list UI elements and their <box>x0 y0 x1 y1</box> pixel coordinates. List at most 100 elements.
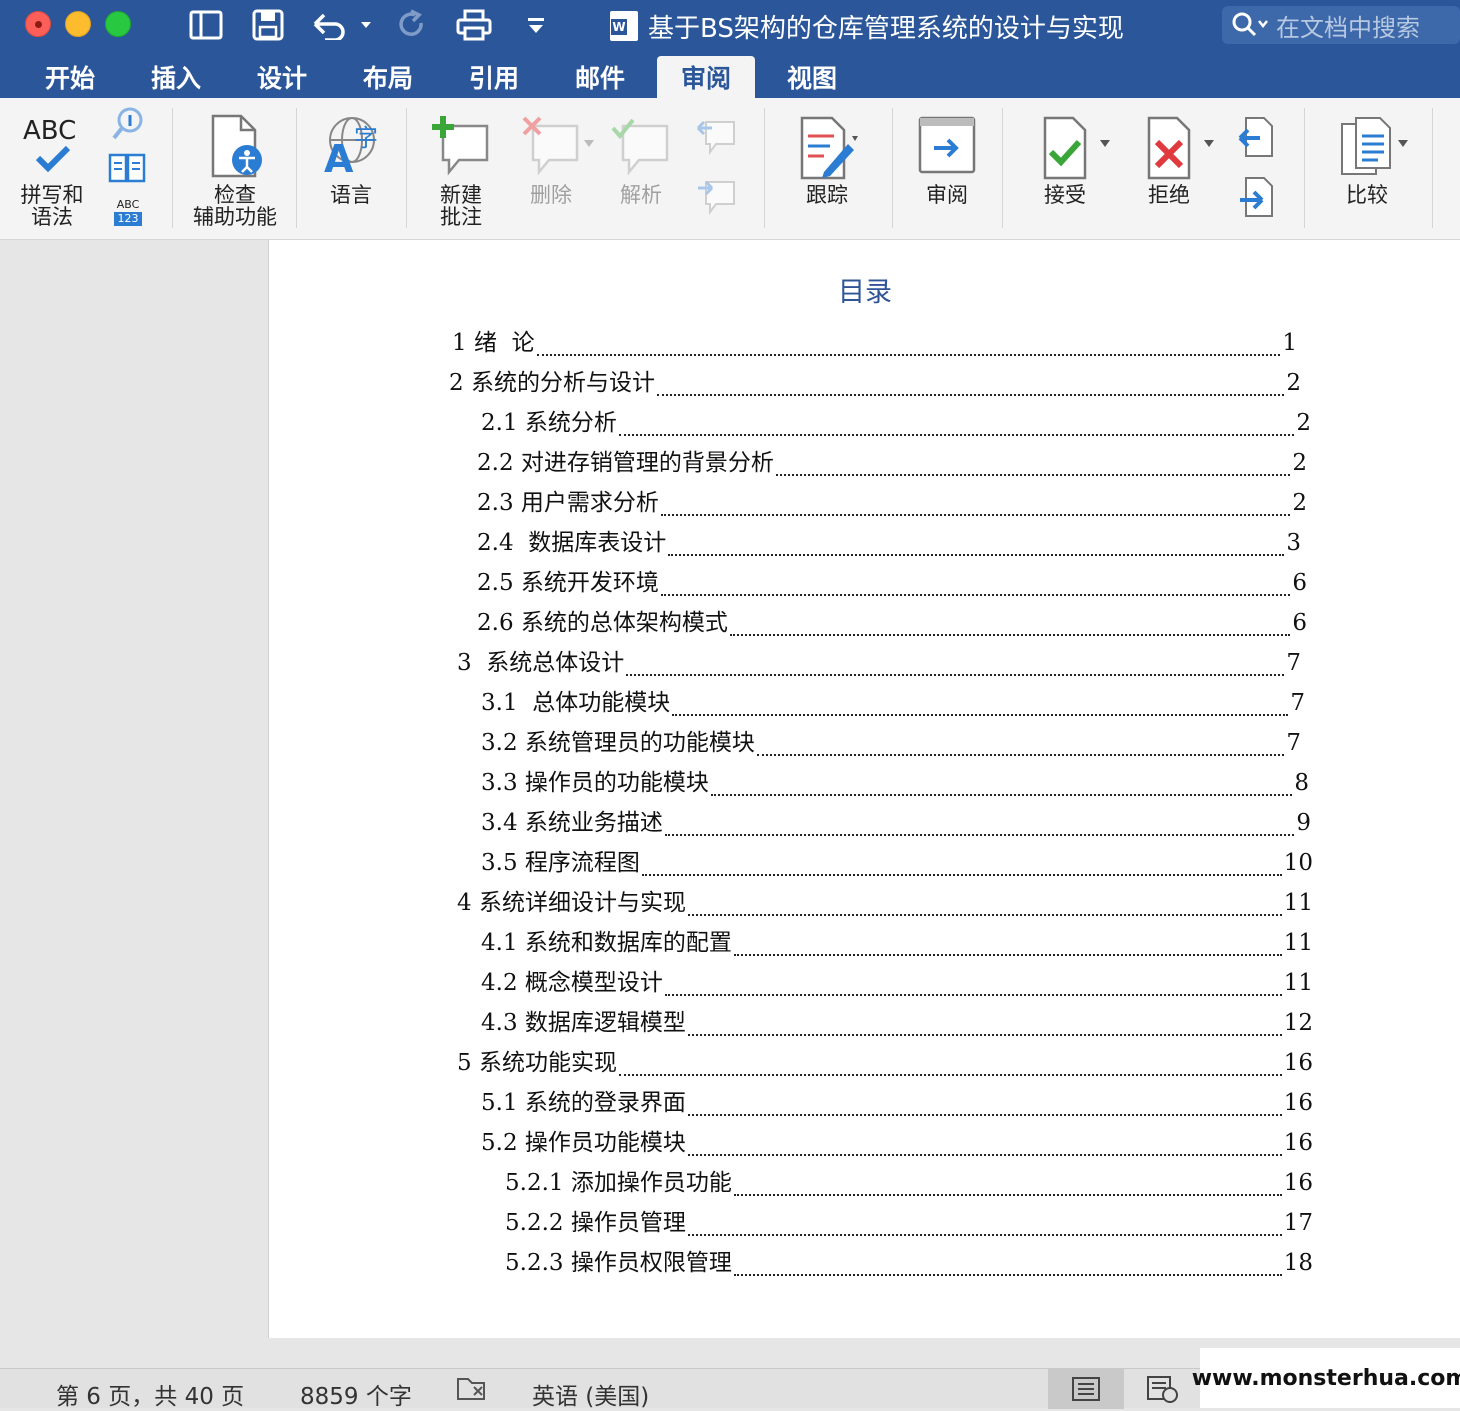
toc-entry-page: 7 <box>1290 690 1305 716</box>
toc-entry[interactable]: 3.5 程序流程图 10 <box>481 844 1313 878</box>
toc-entry[interactable]: 3.3 操作员的功能模块 8 <box>481 764 1309 798</box>
svg-text:A: A <box>324 137 354 181</box>
toc-entry-title: 4.2 概念模型设计 <box>481 970 663 996</box>
delete-comment-icon <box>522 116 579 176</box>
close-window-button[interactable] <box>25 11 51 37</box>
toc-entry-page: 11 <box>1283 970 1313 996</box>
compare-button[interactable]: 比较 <box>1322 114 1412 206</box>
ribbon-review: ABC 拼写和 语法 ABC 123 检查 辅助功能 A字 语言 新建 批注 删… <box>0 98 1460 240</box>
toc-entry[interactable]: 2.2 对进存销管理的背景分析 2 <box>477 444 1307 478</box>
toc-leader-dots <box>641 874 1282 876</box>
redo-icon[interactable] <box>394 6 430 44</box>
word-count-icon[interactable]: ABC 123 <box>110 198 146 232</box>
toc-entry-title: 3.4 系统业务描述 <box>481 810 663 836</box>
toc-entry[interactable]: 3.2 系统管理员的功能模块 7 <box>481 724 1301 758</box>
ribbon-separator <box>296 108 297 228</box>
toc-entry-page: 17 <box>1283 1210 1313 1236</box>
spelling-grammar-label: 拼写和 语法 <box>20 183 84 229</box>
reviewing-pane-button[interactable]: 审阅 <box>906 114 988 206</box>
compare-icon <box>1341 117 1391 175</box>
toc-entry-title: 4 系统详细设计与实现 <box>457 890 686 916</box>
proofing-icon[interactable] <box>456 1375 488 1403</box>
toc-entry-page: 16 <box>1283 1130 1313 1156</box>
toc-entry-page: 2 <box>1292 490 1307 516</box>
toc-entry[interactable]: 4.1 系统和数据库的配置 11 <box>481 924 1313 958</box>
language-button[interactable]: A字 语言 <box>310 112 392 206</box>
previous-change-icon[interactable] <box>1236 116 1276 158</box>
toc-entry[interactable]: 4.2 概念模型设计 11 <box>481 964 1313 998</box>
web-layout-view-icon[interactable] <box>1124 1369 1200 1409</box>
reviewing-pane-label: 审阅 <box>926 183 968 207</box>
thesaurus-icon[interactable] <box>110 106 146 142</box>
toc-entry[interactable]: 1 绪 论 1 <box>452 324 1297 358</box>
tracking-button[interactable]: 跟踪 <box>784 114 870 206</box>
toc-entry[interactable]: 4 系统详细设计与实现 11 <box>457 884 1313 918</box>
tab-view[interactable]: 视图 <box>774 56 850 98</box>
new-comment-icon <box>432 116 489 176</box>
toc-entry[interactable]: 5.2.2 操作员管理 17 <box>505 1204 1313 1238</box>
toc-entry-page: 2 <box>1296 410 1311 436</box>
resolve-comment-button[interactable]: 解析 <box>598 114 684 206</box>
compare-dropdown-icon[interactable] <box>1398 140 1408 147</box>
reject-button[interactable]: 拒绝 <box>1126 114 1212 206</box>
toc-entry-title: 5 系统功能实现 <box>457 1050 617 1076</box>
sidebar-toggle-icon[interactable] <box>186 6 226 44</box>
toc-entry[interactable]: 5.1 系统的登录界面 16 <box>481 1084 1313 1118</box>
toc-entry[interactable]: 5.2.3 操作员权限管理 18 <box>505 1244 1313 1278</box>
toc-entry[interactable]: 2.4 数据库表设计 3 <box>477 524 1301 558</box>
toc-entry-title: 2.2 对进存销管理的背景分析 <box>477 450 774 476</box>
toc-entry[interactable]: 2.6 系统的总体架构模式 6 <box>477 604 1307 638</box>
delete-comment-button[interactable]: 删除 <box>508 114 594 206</box>
toc-entry[interactable]: 2 系统的分析与设计 2 <box>449 364 1301 398</box>
new-comment-button[interactable]: 新建 批注 <box>418 114 504 228</box>
toc-entry[interactable]: 3.1 总体功能模块 7 <box>481 684 1305 718</box>
toc-leader-dots <box>687 1154 1282 1156</box>
tab-insert[interactable]: 插入 <box>138 56 214 98</box>
spelling-grammar-button[interactable]: ABC 拼写和 语法 <box>10 110 94 228</box>
tab-mailings[interactable]: 邮件 <box>562 56 638 98</box>
next-change-icon[interactable] <box>1236 176 1276 218</box>
toc-leader-dots <box>687 1114 1282 1116</box>
check-accessibility-button[interactable]: 检查 辅助功能 <box>186 112 284 228</box>
toc-entry[interactable]: 2.3 用户需求分析 2 <box>477 484 1307 518</box>
undo-icon[interactable] <box>308 6 374 44</box>
ribbon-separator <box>892 108 893 228</box>
tab-review[interactable]: 审阅 <box>657 56 755 98</box>
toc-entry[interactable]: 3.4 系统业务描述 9 <box>481 804 1311 838</box>
toc-entry[interactable]: 2.1 系统分析 2 <box>481 404 1311 438</box>
toc-leader-dots <box>710 794 1293 796</box>
toc-entry[interactable]: 5.2 操作员功能模块 16 <box>481 1124 1313 1158</box>
document-page[interactable]: 目录 1 绪 论12 系统的分析与设计 2 2.1 系统分析 2 2.2 对进存销管理的… <box>268 240 1460 1338</box>
document-search[interactable]: 在文档中搜索 <box>1222 6 1460 44</box>
smart-lookup-icon[interactable] <box>108 152 146 184</box>
tab-references[interactable]: 引用 <box>456 56 532 98</box>
delete-dropdown-icon[interactable] <box>584 140 594 147</box>
toc-leader-dots <box>687 914 1282 916</box>
toc-entry[interactable]: 3 系统总体设计 7 <box>457 644 1301 678</box>
toc-entry[interactable]: 5.2.1 添加操作员功能 16 <box>505 1164 1313 1198</box>
reject-dropdown-icon[interactable] <box>1204 140 1214 147</box>
tab-home[interactable]: 开始 <box>32 56 108 98</box>
toc-entry-title: 3.3 操作员的功能模块 <box>481 770 709 796</box>
tab-layout[interactable]: 布局 <box>350 56 426 98</box>
print-icon[interactable] <box>454 6 494 44</box>
customize-toolbar-icon[interactable] <box>522 6 550 44</box>
page-count[interactable]: 第 6 页，共 40 页 <box>56 1377 244 1411</box>
save-icon[interactable] <box>248 6 288 44</box>
toc-entry[interactable]: 5 系统功能实现 16 <box>457 1044 1313 1078</box>
accept-button[interactable]: 接受 <box>1022 114 1108 206</box>
next-comment-icon[interactable] <box>694 176 738 216</box>
tab-design[interactable]: 设计 <box>244 56 320 98</box>
previous-comment-icon[interactable] <box>694 116 738 156</box>
toc-entry[interactable]: 4.3 数据库逻辑模型 12 <box>481 1004 1313 1038</box>
accept-dropdown-icon[interactable] <box>1100 140 1110 147</box>
resolve-comment-icon <box>611 118 669 176</box>
ribbon-separator <box>1002 108 1003 228</box>
document-language[interactable]: 英语 (美国) <box>532 1377 649 1411</box>
toc-leader-dots <box>687 1234 1282 1236</box>
minimize-window-button[interactable] <box>65 11 91 37</box>
toc-entry[interactable]: 2.5 系统开发环境 6 <box>477 564 1307 598</box>
zoom-window-button[interactable] <box>105 11 131 37</box>
word-count[interactable]: 8859 个字 <box>300 1377 412 1411</box>
print-layout-view-icon[interactable] <box>1048 1369 1124 1409</box>
